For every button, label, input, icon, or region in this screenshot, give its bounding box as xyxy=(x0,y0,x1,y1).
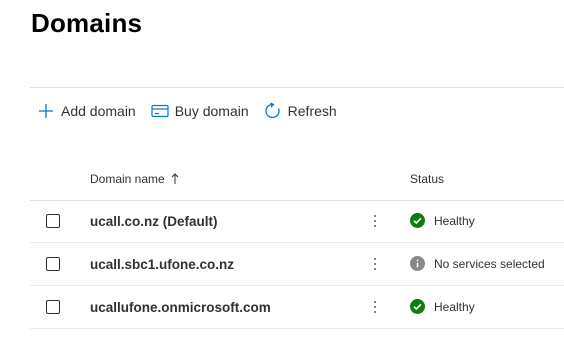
column-header-status[interactable]: Status xyxy=(410,172,444,186)
more-actions-button[interactable] xyxy=(368,253,382,275)
row-checkbox[interactable] xyxy=(46,214,60,228)
refresh-button[interactable]: Refresh xyxy=(264,102,337,120)
credit-card-icon xyxy=(151,102,169,120)
more-actions-button[interactable] xyxy=(368,296,382,318)
status-text: Healthy xyxy=(434,299,475,314)
add-domain-label: Add domain xyxy=(61,103,136,119)
status-text: No services selected xyxy=(434,256,545,271)
domain-name[interactable]: ucall.co.nz (Default) xyxy=(90,214,218,229)
add-domain-button[interactable]: Add domain xyxy=(37,102,136,120)
buy-domain-label: Buy domain xyxy=(174,103,249,119)
row-divider xyxy=(30,328,564,329)
more-actions-button[interactable] xyxy=(368,210,382,232)
status-cell: Healthy xyxy=(410,299,475,314)
buy-domain-button[interactable]: Buy domain xyxy=(151,102,249,120)
table-row[interactable]: ucall.co.nz (Default) Healthy xyxy=(30,201,564,243)
page-title: Domains xyxy=(31,8,143,38)
sort-ascending-icon xyxy=(171,173,179,188)
column-header-domain-name[interactable]: Domain name xyxy=(90,172,179,188)
info-circle-icon xyxy=(410,256,425,271)
table-row[interactable]: ucall.sbc1.ufone.co.nz No services selec… xyxy=(30,244,564,286)
status-text: Healthy xyxy=(434,213,475,228)
column-header-domain-name-label: Domain name xyxy=(90,172,165,186)
command-bar: Add domain Buy domain Refresh xyxy=(37,99,352,123)
header-divider xyxy=(30,87,564,88)
table-row[interactable]: ucallufone.onmicrosoft.com Healthy xyxy=(30,287,564,329)
refresh-icon xyxy=(264,102,282,120)
check-circle-icon xyxy=(410,213,425,228)
row-divider xyxy=(30,242,564,243)
check-circle-icon xyxy=(410,299,425,314)
row-divider xyxy=(30,285,564,286)
row-checkbox[interactable] xyxy=(46,300,60,314)
status-cell: No services selected xyxy=(410,256,545,271)
domain-name[interactable]: ucall.sbc1.ufone.co.nz xyxy=(90,257,234,272)
row-checkbox[interactable] xyxy=(46,257,60,271)
refresh-label: Refresh xyxy=(287,103,337,119)
add-icon xyxy=(37,102,55,120)
status-cell: Healthy xyxy=(410,213,475,228)
domain-name[interactable]: ucallufone.onmicrosoft.com xyxy=(90,300,271,315)
